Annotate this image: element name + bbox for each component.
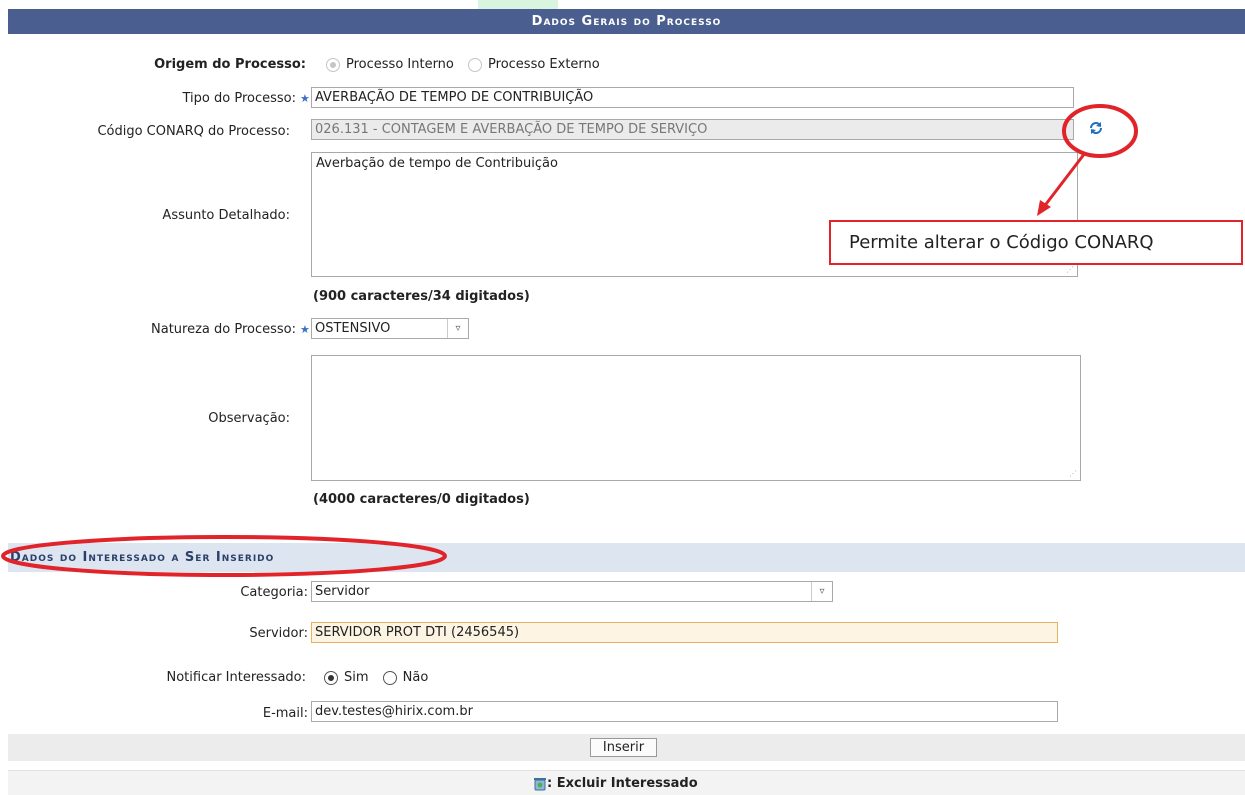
annotation-arrow [1041,152,1087,209]
annotation-overlay [1,104,1138,577]
annotation-circle-refresh [1062,104,1138,158]
annotation-callout: Permite alterar o Código CONARQ [829,220,1243,265]
annotation-ellipse-section [1,535,447,577]
